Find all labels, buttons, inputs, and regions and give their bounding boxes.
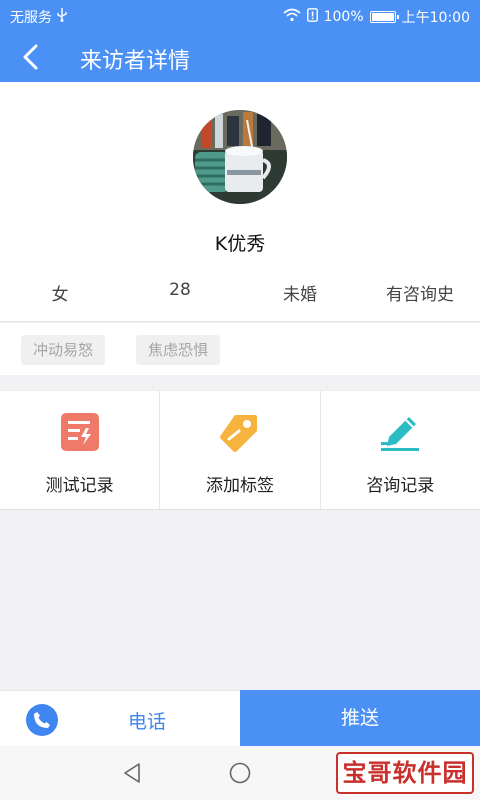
test-record-button[interactable]: 测试记录 [0, 391, 159, 509]
page-title: 来访者详情 [80, 49, 191, 74]
bottom-action-bar: 电话 推送 [0, 690, 480, 746]
gender-text: 女 [51, 285, 69, 305]
action-grid: 测试记录 添加标签 咨询记录 [0, 390, 480, 510]
edit-pen-icon [381, 417, 420, 451]
phone-icon [26, 704, 58, 736]
test-record-icon [60, 413, 99, 451]
back-triangle-icon[interactable] [120, 761, 144, 785]
age-text: 28 [169, 280, 191, 300]
battery-level [371, 13, 394, 21]
action-label: 添加标签 [205, 476, 274, 496]
watermark-logo: 宝哥软件园 [336, 752, 474, 794]
action-label: 测试记录 [45, 476, 114, 496]
status-bar: 无服务 100% 上午10:00 [0, 0, 480, 32]
action-label: 咨询记录 [366, 476, 435, 496]
tag-chip[interactable]: 焦虑恐惧 [136, 335, 221, 365]
profile-card: K优秀 女 28 未婚 有咨询史 [0, 82, 480, 322]
wifi-icon [283, 8, 301, 26]
marital-text: 未婚 [283, 285, 317, 305]
battery-percent: 100% [323, 9, 364, 25]
back-button[interactable] [12, 38, 50, 76]
chevron-left-icon [23, 44, 38, 70]
history-text: 有咨询史 [386, 285, 454, 305]
battery-icon [369, 11, 399, 23]
title-bar: 来访者详情 [0, 32, 480, 82]
push-button[interactable]: 推送 [240, 690, 480, 746]
tag-icon [219, 415, 257, 452]
tag-chip[interactable]: 冲动易怒 [21, 335, 106, 365]
consult-record-button[interactable]: 咨询记录 [319, 391, 480, 509]
visitor-info-row: 女 28 未婚 有咨询史 [0, 280, 480, 305]
home-circle-icon[interactable] [228, 761, 252, 785]
sim-alert-icon [306, 8, 318, 26]
tag-list: 冲动易怒 焦虑恐惧 [0, 323, 480, 375]
carrier-text: 无服务 [10, 10, 52, 26]
divider [0, 321, 480, 322]
usb-icon [56, 8, 68, 26]
avatar[interactable] [193, 110, 287, 204]
call-label: 电话 [128, 711, 167, 733]
add-tag-button[interactable]: 添加标签 [159, 391, 319, 509]
visitor-name: K优秀 [214, 233, 266, 255]
call-button[interactable]: 电话 [0, 690, 240, 746]
clock-text: 上午10:00 [401, 10, 470, 26]
